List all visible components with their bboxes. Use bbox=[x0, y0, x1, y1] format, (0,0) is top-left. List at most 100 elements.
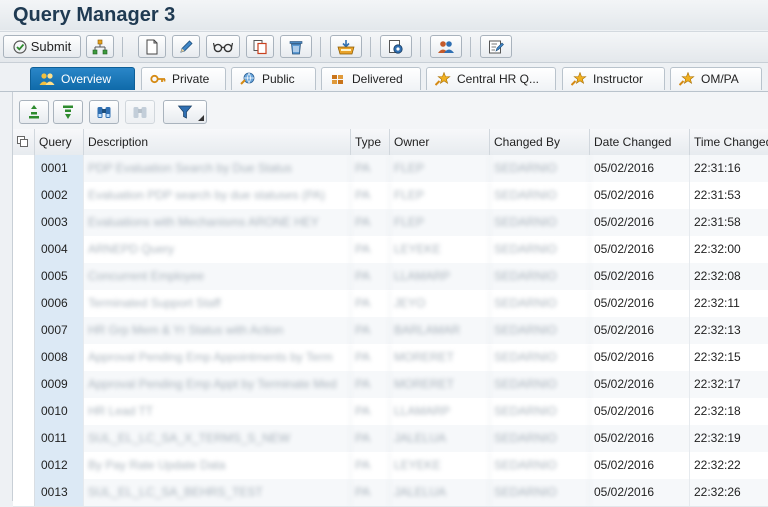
cell-changed-by: SEDARNIO bbox=[490, 452, 590, 479]
row-selector[interactable] bbox=[13, 371, 35, 398]
table-row[interactable]: 0007 HR Grp Mem & Yr Status with Action PA… bbox=[13, 317, 768, 345]
user-group-icon bbox=[438, 40, 454, 53]
submit-label: Submit bbox=[30, 39, 72, 54]
hierarchy-button[interactable] bbox=[86, 35, 114, 58]
description-button[interactable] bbox=[480, 35, 512, 58]
row-selector[interactable] bbox=[13, 236, 35, 263]
cell-time: 22:32:18 bbox=[690, 398, 768, 425]
row-selector[interactable] bbox=[13, 398, 35, 425]
cell-changed-by: SEDARNIO bbox=[490, 209, 590, 236]
cell-changed-by: SEDARNIO bbox=[490, 182, 590, 209]
cell-query: 0005 bbox=[35, 263, 84, 290]
table-row[interactable]: 0013 SUL_EL_LC_SA_BEHRS_TEST PA JALELUA SEDA… bbox=[13, 479, 768, 507]
package-icon bbox=[332, 75, 343, 84]
star-key-icon bbox=[679, 72, 695, 86]
table-row[interactable]: 0003 Evaluations with Mechanisms ARONE HE… bbox=[13, 209, 768, 237]
select-all-icon bbox=[17, 136, 28, 147]
cell-date: 05/02/2016 bbox=[590, 479, 690, 506]
row-selector[interactable] bbox=[13, 209, 35, 236]
cell-description: SUL_EL_LC_SA_X_TERMS_S_NEW bbox=[84, 425, 351, 452]
display-query-button[interactable] bbox=[206, 35, 240, 58]
table-row[interactable]: 0004 ARNEPD Query PA LEYEKE SEDARNIO 05/02/20… bbox=[13, 236, 768, 264]
cell-query: 0006 bbox=[35, 290, 84, 317]
table-row[interactable]: 0001 PDP Evaluation Search by Due Status P… bbox=[13, 155, 768, 183]
find-button[interactable] bbox=[89, 100, 119, 124]
cell-changed-by: SEDARNIO bbox=[490, 236, 590, 263]
tab-central-hr[interactable]: Central HR Q... bbox=[426, 67, 556, 90]
row-selector[interactable] bbox=[13, 182, 35, 209]
column-header-description[interactable]: Description bbox=[84, 129, 351, 155]
tab-label: Instructor bbox=[593, 72, 644, 86]
cell-owner: FLEP bbox=[390, 182, 490, 209]
row-selector[interactable] bbox=[13, 425, 35, 452]
row-selector[interactable] bbox=[13, 155, 35, 182]
execute-icon bbox=[13, 39, 27, 54]
table-row[interactable]: 0002 Evaluation PDP search by due statuse… bbox=[13, 182, 768, 210]
column-header-time-changed[interactable]: Time Changed bbox=[690, 129, 768, 155]
cell-query: 0003 bbox=[35, 209, 84, 236]
table-row[interactable]: 0008 Approval Pending Emp Appointments by… bbox=[13, 344, 768, 372]
column-header-changed-by[interactable]: Changed By bbox=[490, 129, 590, 155]
table-row[interactable]: 0005 Concurrent Employee PA LLAMARP SEDARNIO… bbox=[13, 263, 768, 291]
row-selector[interactable] bbox=[13, 317, 35, 344]
tab-public[interactable]: Public bbox=[231, 67, 316, 90]
row-selector[interactable] bbox=[13, 452, 35, 479]
tab-instructor[interactable]: Instructor bbox=[562, 67, 665, 90]
cell-changed-by: SEDARNIO bbox=[490, 425, 590, 452]
column-header-type[interactable]: Type bbox=[351, 129, 390, 155]
table-row[interactable]: 0010 HR Lead TT PA LLAMARP SEDARNIO 05/02/201… bbox=[13, 398, 768, 426]
row-selector[interactable] bbox=[13, 263, 35, 290]
delete-query-button[interactable] bbox=[280, 35, 312, 58]
copy-query-button[interactable] bbox=[246, 35, 274, 58]
select-all-cell[interactable] bbox=[13, 129, 35, 155]
cell-description: Terminated Support Staff bbox=[84, 290, 351, 317]
cell-date: 05/02/2016 bbox=[590, 452, 690, 479]
cell-date: 05/02/2016 bbox=[590, 209, 690, 236]
cell-changed-by: SEDARNIO bbox=[490, 344, 590, 371]
find-next-button[interactable] bbox=[125, 100, 155, 124]
column-header-query[interactable]: Query bbox=[35, 129, 84, 155]
sort-descending-icon bbox=[63, 105, 73, 119]
table-row[interactable]: 0011 SUL_EL_LC_SA_X_TERMS_S_NEW PA JALELUA S… bbox=[13, 425, 768, 453]
cell-changed-by: SEDARNIO bbox=[490, 371, 590, 398]
cell-description: HR Lead TT bbox=[84, 398, 351, 425]
cell-type: PA bbox=[351, 398, 390, 425]
user-groups-button[interactable] bbox=[430, 35, 462, 58]
new-query-button[interactable] bbox=[138, 35, 166, 58]
sort-descending-button[interactable] bbox=[53, 100, 83, 124]
dropdown-corner-icon bbox=[198, 115, 204, 121]
table-row[interactable]: 0009 Approval Pending Emp Appt by Termina… bbox=[13, 371, 768, 399]
page-title: Query Manager 3 bbox=[13, 4, 176, 26]
filter-button[interactable] bbox=[163, 100, 207, 124]
cell-query: 0002 bbox=[35, 182, 84, 209]
tab-private[interactable]: Private bbox=[141, 67, 226, 90]
cell-owner: BARLAMAR bbox=[390, 317, 490, 344]
cell-description: Evaluations with Mechanisms ARONE HEY bbox=[84, 209, 351, 236]
cell-type: PA bbox=[351, 155, 390, 182]
settings-icon bbox=[389, 39, 403, 54]
transport-button[interactable] bbox=[330, 35, 362, 58]
submit-button[interactable]: Submit bbox=[3, 35, 81, 58]
query-settings-button[interactable] bbox=[380, 35, 412, 58]
row-selector[interactable] bbox=[13, 290, 35, 317]
trash-icon bbox=[289, 40, 303, 54]
table-row[interactable]: 0006 Terminated Support Staff PA JEYO SEDARN… bbox=[13, 290, 768, 318]
row-selector[interactable] bbox=[13, 479, 35, 506]
star-key-icon bbox=[571, 72, 587, 86]
cell-type: PA bbox=[351, 425, 390, 452]
cell-owner: LLAMARP bbox=[390, 263, 490, 290]
cell-time: 22:31:16 bbox=[690, 155, 768, 182]
cell-query: 0004 bbox=[35, 236, 84, 263]
cell-time: 22:31:53 bbox=[690, 182, 768, 209]
cell-description: By Pay Rate Update Data bbox=[84, 452, 351, 479]
sort-ascending-button[interactable] bbox=[19, 100, 49, 124]
tab-overview[interactable]: Overview bbox=[30, 67, 135, 90]
column-header-date-changed[interactable]: Date Changed bbox=[590, 129, 690, 155]
edit-query-button[interactable] bbox=[172, 35, 200, 58]
tab-om-pa[interactable]: OM/PA bbox=[670, 67, 762, 90]
tab-delivered[interactable]: Delivered bbox=[321, 67, 421, 90]
column-header-owner[interactable]: Owner bbox=[390, 129, 490, 155]
table-row[interactable]: 0012 By Pay Rate Update Data PA LEYEKE SEDAR… bbox=[13, 452, 768, 480]
row-selector[interactable] bbox=[13, 344, 35, 371]
cell-time: 22:32:11 bbox=[690, 290, 768, 317]
